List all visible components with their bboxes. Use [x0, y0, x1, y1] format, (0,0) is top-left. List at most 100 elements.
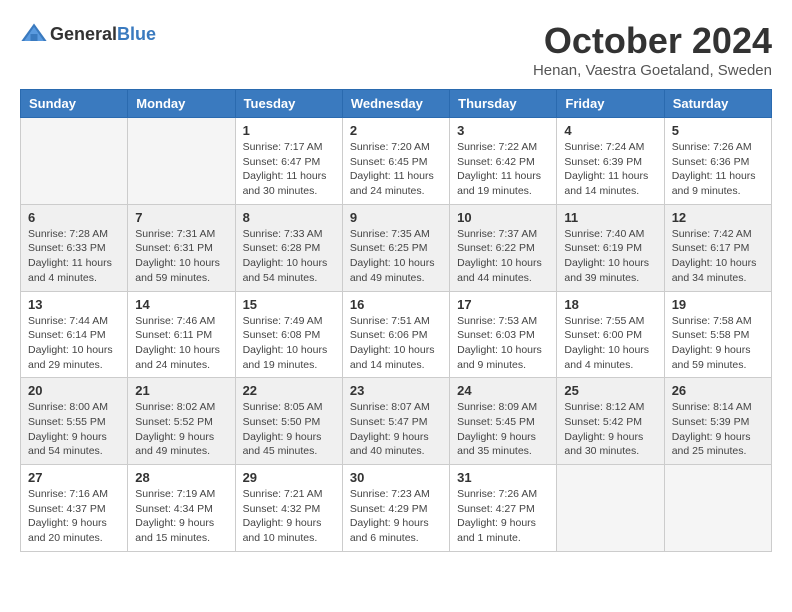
calendar-cell: 11 Sunrise: 7:40 AM Sunset: 6:19 PM Dayli… [557, 204, 664, 291]
weekday-header-friday: Friday [557, 90, 664, 118]
cell-date-number: 1 [243, 123, 335, 138]
cell-date-number: 20 [28, 383, 120, 398]
cell-info-text: Sunrise: 8:12 AM Sunset: 5:42 PM Dayligh… [564, 400, 656, 459]
cell-info-text: Sunrise: 7:20 AM Sunset: 6:45 PM Dayligh… [350, 140, 442, 199]
cell-date-number: 15 [243, 297, 335, 312]
calendar-cell: 29 Sunrise: 7:21 AM Sunset: 4:32 PM Dayli… [235, 465, 342, 552]
cell-info-text: Sunrise: 8:14 AM Sunset: 5:39 PM Dayligh… [672, 400, 764, 459]
cell-info-text: Sunrise: 7:42 AM Sunset: 6:17 PM Dayligh… [672, 227, 764, 286]
calendar-cell: 14 Sunrise: 7:46 AM Sunset: 6:11 PM Dayli… [128, 291, 235, 378]
cell-info-text: Sunrise: 8:07 AM Sunset: 5:47 PM Dayligh… [350, 400, 442, 459]
cell-date-number: 26 [672, 383, 764, 398]
weekday-header-monday: Monday [128, 90, 235, 118]
calendar-cell [21, 118, 128, 205]
logo-blue: Blue [117, 24, 156, 44]
weekday-header-row: SundayMondayTuesdayWednesdayThursdayFrid… [21, 90, 772, 118]
cell-info-text: Sunrise: 7:46 AM Sunset: 6:11 PM Dayligh… [135, 314, 227, 373]
cell-date-number: 7 [135, 210, 227, 225]
cell-info-text: Sunrise: 8:09 AM Sunset: 5:45 PM Dayligh… [457, 400, 549, 459]
cell-date-number: 14 [135, 297, 227, 312]
cell-info-text: Sunrise: 8:00 AM Sunset: 5:55 PM Dayligh… [28, 400, 120, 459]
page-header: GeneralBlue October 2024 Henan, Vaestra … [20, 20, 772, 79]
calendar-week-row: 1 Sunrise: 7:17 AM Sunset: 6:47 PM Daylig… [21, 118, 772, 205]
calendar-cell: 21 Sunrise: 8:02 AM Sunset: 5:52 PM Dayli… [128, 378, 235, 465]
cell-info-text: Sunrise: 7:51 AM Sunset: 6:06 PM Dayligh… [350, 314, 442, 373]
cell-info-text: Sunrise: 7:33 AM Sunset: 6:28 PM Dayligh… [243, 227, 335, 286]
calendar-week-row: 13Sunrise: 7:44 AM Sunset: 6:14 PM Dayli… [21, 291, 772, 378]
cell-date-number: 3 [457, 123, 549, 138]
weekday-header-sunday: Sunday [21, 90, 128, 118]
month-title: October 2024 [533, 20, 772, 62]
calendar-cell: 13Sunrise: 7:44 AM Sunset: 6:14 PM Dayli… [21, 291, 128, 378]
calendar-cell: 19Sunrise: 7:58 AM Sunset: 5:58 PM Dayli… [664, 291, 771, 378]
calendar-cell: 12 Sunrise: 7:42 AM Sunset: 6:17 PM Dayli… [664, 204, 771, 291]
cell-info-text: Sunrise: 7:49 AM Sunset: 6:08 PM Dayligh… [243, 314, 335, 373]
calendar-cell: 1 Sunrise: 7:17 AM Sunset: 6:47 PM Daylig… [235, 118, 342, 205]
calendar-cell: 5Sunrise: 7:26 AM Sunset: 6:36 PM Daylig… [664, 118, 771, 205]
cell-info-text: Sunrise: 7:40 AM Sunset: 6:19 PM Dayligh… [564, 227, 656, 286]
logo-text: GeneralBlue [50, 24, 156, 45]
cell-info-text: Sunrise: 7:53 AM Sunset: 6:03 PM Dayligh… [457, 314, 549, 373]
cell-info-text: Sunrise: 7:26 AM Sunset: 6:36 PM Dayligh… [672, 140, 764, 199]
calendar-cell: 16 Sunrise: 7:51 AM Sunset: 6:06 PM Dayli… [342, 291, 449, 378]
weekday-header-saturday: Saturday [664, 90, 771, 118]
cell-date-number: 28 [135, 470, 227, 485]
cell-date-number: 8 [243, 210, 335, 225]
cell-date-number: 22 [243, 383, 335, 398]
weekday-header-tuesday: Tuesday [235, 90, 342, 118]
calendar-cell: 15 Sunrise: 7:49 AM Sunset: 6:08 PM Dayli… [235, 291, 342, 378]
cell-info-text: Sunrise: 7:21 AM Sunset: 4:32 PM Dayligh… [243, 487, 335, 546]
cell-date-number: 13 [28, 297, 120, 312]
calendar-cell: 24 Sunrise: 8:09 AM Sunset: 5:45 PM Dayli… [450, 378, 557, 465]
calendar-cell: 9Sunrise: 7:35 AM Sunset: 6:25 PM Daylig… [342, 204, 449, 291]
cell-date-number: 19 [672, 297, 764, 312]
cell-date-number: 11 [564, 210, 656, 225]
calendar-cell [128, 118, 235, 205]
calendar-cell: 7 Sunrise: 7:31 AM Sunset: 6:31 PM Daylig… [128, 204, 235, 291]
cell-info-text: Sunrise: 7:17 AM Sunset: 6:47 PM Dayligh… [243, 140, 335, 199]
cell-info-text: Sunrise: 7:16 AM Sunset: 4:37 PM Dayligh… [28, 487, 120, 546]
cell-info-text: Sunrise: 7:37 AM Sunset: 6:22 PM Dayligh… [457, 227, 549, 286]
cell-date-number: 29 [243, 470, 335, 485]
calendar-cell: 27 Sunrise: 7:16 AM Sunset: 4:37 PM Dayli… [21, 465, 128, 552]
calendar-cell: 30Sunrise: 7:23 AM Sunset: 4:29 PM Dayli… [342, 465, 449, 552]
cell-info-text: Sunrise: 8:02 AM Sunset: 5:52 PM Dayligh… [135, 400, 227, 459]
logo-general: General [50, 24, 117, 44]
cell-info-text: Sunrise: 7:24 AM Sunset: 6:39 PM Dayligh… [564, 140, 656, 199]
calendar-week-row: 27 Sunrise: 7:16 AM Sunset: 4:37 PM Dayli… [21, 465, 772, 552]
calendar-cell: 2 Sunrise: 7:20 AM Sunset: 6:45 PM Daylig… [342, 118, 449, 205]
cell-date-number: 16 [350, 297, 442, 312]
weekday-header-wednesday: Wednesday [342, 90, 449, 118]
calendar-cell: 20 Sunrise: 8:00 AM Sunset: 5:55 PM Dayli… [21, 378, 128, 465]
cell-date-number: 12 [672, 210, 764, 225]
cell-info-text: Sunrise: 7:31 AM Sunset: 6:31 PM Dayligh… [135, 227, 227, 286]
calendar-week-row: 6Sunrise: 7:28 AM Sunset: 6:33 PM Daylig… [21, 204, 772, 291]
calendar-cell: 22Sunrise: 8:05 AM Sunset: 5:50 PM Dayli… [235, 378, 342, 465]
logo: GeneralBlue [20, 20, 156, 48]
cell-date-number: 24 [457, 383, 549, 398]
logo-icon [20, 20, 48, 48]
cell-date-number: 2 [350, 123, 442, 138]
weekday-header-thursday: Thursday [450, 90, 557, 118]
title-section: October 2024 Henan, Vaestra Goetaland, S… [533, 20, 772, 79]
cell-date-number: 23 [350, 383, 442, 398]
cell-date-number: 27 [28, 470, 120, 485]
cell-info-text: Sunrise: 7:19 AM Sunset: 4:34 PM Dayligh… [135, 487, 227, 546]
calendar-cell [664, 465, 771, 552]
cell-date-number: 21 [135, 383, 227, 398]
calendar-cell: 10 Sunrise: 7:37 AM Sunset: 6:22 PM Dayli… [450, 204, 557, 291]
cell-date-number: 18 [564, 297, 656, 312]
location-title: Henan, Vaestra Goetaland, Sweden [533, 62, 772, 79]
calendar-table: SundayMondayTuesdayWednesdayThursdayFrid… [20, 89, 772, 552]
calendar-cell: 23 Sunrise: 8:07 AM Sunset: 5:47 PM Dayli… [342, 378, 449, 465]
cell-date-number: 31 [457, 470, 549, 485]
calendar-cell: 17 Sunrise: 7:53 AM Sunset: 6:03 PM Dayli… [450, 291, 557, 378]
cell-date-number: 9 [350, 210, 442, 225]
cell-date-number: 25 [564, 383, 656, 398]
calendar-cell: 4Sunrise: 7:24 AM Sunset: 6:39 PM Daylig… [557, 118, 664, 205]
cell-date-number: 10 [457, 210, 549, 225]
calendar-cell: 18 Sunrise: 7:55 AM Sunset: 6:00 PM Dayli… [557, 291, 664, 378]
cell-info-text: Sunrise: 7:55 AM Sunset: 6:00 PM Dayligh… [564, 314, 656, 373]
cell-info-text: Sunrise: 7:26 AM Sunset: 4:27 PM Dayligh… [457, 487, 549, 546]
cell-date-number: 17 [457, 297, 549, 312]
